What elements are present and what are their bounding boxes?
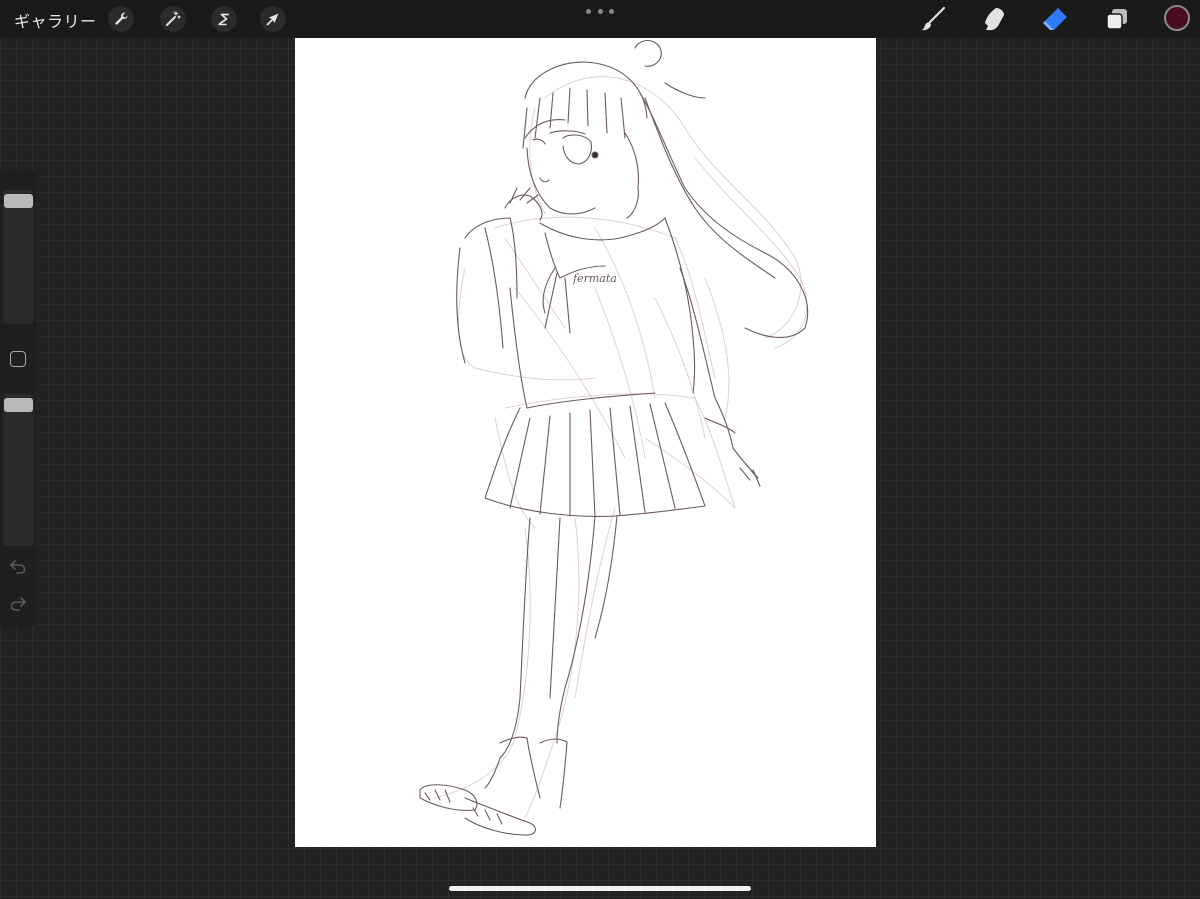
sketch-line-art (419, 39, 809, 836)
color-picker-button[interactable] (1164, 5, 1190, 31)
paintbrush-icon (921, 6, 946, 31)
undo-icon (10, 560, 26, 574)
smudge-tool-button[interactable] (979, 5, 1009, 33)
selection-s-icon (218, 13, 229, 26)
sketch-construction-lines (434, 76, 808, 819)
drawing-canvas[interactable]: fermata (295, 38, 876, 847)
smudge-finger-icon (985, 8, 1004, 31)
adjustments-button[interactable] (160, 6, 186, 32)
selection-button[interactable] (211, 6, 237, 32)
redo-button[interactable] (8, 594, 28, 614)
layers-icon (1106, 9, 1127, 30)
eraser-tool-button[interactable] (1040, 5, 1070, 33)
arrow-cursor-icon (266, 13, 279, 26)
transform-button[interactable] (260, 6, 286, 32)
top-toolbar: ギャラリー (0, 0, 1200, 38)
left-sidebar (0, 170, 36, 626)
eraser-icon (1043, 8, 1067, 30)
brush-size-slider[interactable] (3, 190, 34, 324)
gallery-button[interactable]: ギャラリー (14, 8, 97, 32)
more-dots-icon[interactable] (586, 4, 614, 18)
undo-button[interactable] (8, 557, 28, 577)
dot (586, 8, 591, 14)
magic-wand-icon (166, 11, 181, 26)
opacity-thumb[interactable] (4, 398, 33, 412)
layers-button[interactable] (1102, 5, 1132, 33)
brush-size-thumb[interactable] (4, 194, 33, 208)
square-modify-icon[interactable] (10, 351, 26, 367)
redo-icon (10, 597, 26, 611)
sketch-artwork: fermata (419, 39, 809, 836)
shirt-lettering: fermata (572, 272, 617, 285)
brush-tool-button[interactable] (918, 5, 948, 33)
dot (597, 8, 603, 14)
procreate-app: ギャラリー fermata (0, 0, 1200, 899)
home-indicator[interactable] (449, 886, 751, 891)
wrench-icon (115, 12, 128, 25)
dot (609, 8, 614, 14)
actions-button[interactable] (108, 6, 134, 32)
opacity-slider[interactable] (3, 394, 34, 546)
